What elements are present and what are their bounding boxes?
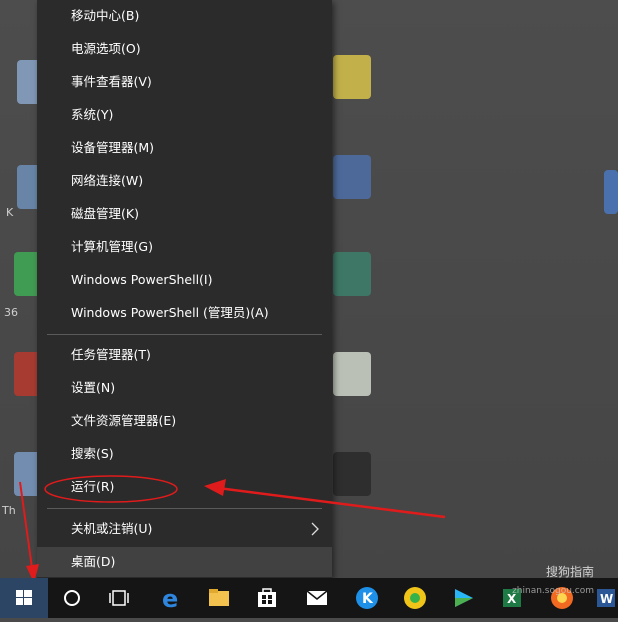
taskbar: e K X W (0, 578, 618, 618)
menu-item-file-explorer[interactable]: 文件资源管理器(E) (37, 406, 332, 436)
mail-icon (306, 590, 328, 605)
taskbar-excel[interactable]: X (492, 578, 534, 618)
taskbar-file-explorer[interactable] (199, 578, 241, 618)
taskbar-app-k[interactable]: K (347, 578, 389, 618)
taskbar-edge[interactable]: e (151, 578, 193, 618)
taskbar-browser[interactable] (542, 578, 584, 618)
menu-item-label: 磁盘管理(K) (71, 206, 139, 221)
menu-item-label: 文件资源管理器(E) (71, 413, 177, 428)
svg-text:K: K (362, 591, 374, 607)
edge-icon: e (162, 585, 178, 613)
taskbar-mail[interactable] (297, 578, 339, 618)
menu-item-run[interactable]: 运行(R) (37, 472, 332, 502)
menu-item-desktop[interactable]: 桌面(D) (37, 547, 332, 577)
menu-item-powershell-admin[interactable]: Windows PowerShell (管理员)(A) (37, 298, 332, 328)
watermark-url: zhinan.sogou.com (512, 586, 594, 596)
menu-item-event-viewer[interactable]: 事件查看器(V) (37, 67, 332, 97)
svg-text:W: W (600, 592, 613, 606)
menu-item-network-connections[interactable]: 网络连接(W) (37, 166, 332, 196)
task-view-icon (109, 590, 129, 606)
chevron-right-icon (308, 522, 322, 536)
menu-item-label: 搜索(S) (71, 446, 114, 461)
desktop-icon[interactable] (333, 55, 371, 99)
video-player-icon (455, 589, 473, 607)
taskbar-music[interactable] (395, 578, 437, 618)
menu-item-search[interactable]: 搜索(S) (37, 439, 332, 469)
menu-item-mobility-center[interactable]: 移动中心(B) (37, 1, 332, 31)
menu-item-disk-management[interactable]: 磁盘管理(K) (37, 199, 332, 229)
menu-separator (47, 334, 322, 335)
excel-icon: X (503, 589, 521, 607)
desktop-icon-label: K (6, 206, 14, 219)
menu-item-label: 设置(N) (71, 380, 116, 395)
cortana-button[interactable] (52, 578, 94, 618)
menu-item-label: 事件查看器(V) (71, 74, 152, 89)
cortana-circle-icon (64, 590, 80, 606)
menu-item-system[interactable]: 系统(Y) (37, 100, 332, 130)
word-icon: W (597, 589, 615, 607)
menu-item-label: 设备管理器(M) (71, 140, 155, 155)
menu-separator (47, 508, 322, 509)
desktop-icon[interactable] (604, 170, 618, 214)
k-app-icon: K (356, 587, 378, 609)
menu-item-label: Windows PowerShell(I) (71, 272, 213, 287)
desktop-icon[interactable] (333, 155, 371, 199)
menu-item-label: 系统(Y) (71, 107, 114, 122)
desktop-icon[interactable] (333, 252, 371, 296)
menu-item-power-options[interactable]: 电源选项(O) (37, 34, 332, 64)
start-button[interactable] (0, 578, 48, 618)
taskbar-video[interactable] (443, 578, 485, 618)
windows-logo-icon (16, 590, 32, 605)
menu-item-label: 网络连接(W) (71, 173, 144, 188)
svg-text:e: e (162, 585, 178, 613)
winx-context-menu: 移动中心(B) 电源选项(O) 事件查看器(V) 系统(Y) 设备管理器(M) … (37, 0, 332, 578)
menu-item-label: 桌面(D) (71, 554, 116, 569)
menu-item-label: 运行(R) (71, 479, 115, 494)
desktop-icon[interactable] (333, 352, 371, 396)
menu-item-label: 关机或注销(U) (71, 521, 153, 536)
menu-item-label: 移动中心(B) (71, 8, 140, 23)
desktop-icon-label: 36 (4, 306, 18, 319)
task-view-button[interactable] (99, 578, 141, 618)
menu-item-task-manager[interactable]: 任务管理器(T) (37, 340, 332, 370)
menu-item-label: 计算机管理(G) (71, 239, 153, 254)
menu-item-computer-management[interactable]: 计算机管理(G) (37, 232, 332, 262)
desktop-icon[interactable] (333, 452, 371, 496)
menu-item-settings[interactable]: 设置(N) (37, 373, 332, 403)
taskbar-store[interactable] (247, 578, 289, 618)
taskbar-word[interactable]: W (590, 578, 618, 618)
music-app-icon (404, 587, 426, 609)
folder-icon (209, 589, 229, 606)
store-icon (258, 588, 276, 607)
menu-item-shutdown-signout[interactable]: 关机或注销(U) (37, 514, 332, 544)
browser-icon (551, 587, 573, 609)
menu-item-label: 任务管理器(T) (71, 347, 151, 362)
desktop-icon-label: Th (2, 504, 16, 517)
menu-item-label: 电源选项(O) (71, 41, 141, 56)
menu-item-powershell[interactable]: Windows PowerShell(I) (37, 265, 332, 295)
menu-item-label: Windows PowerShell (管理员)(A) (71, 305, 269, 320)
menu-item-device-manager[interactable]: 设备管理器(M) (37, 133, 332, 163)
watermark: 搜狗指南 (545, 565, 594, 579)
